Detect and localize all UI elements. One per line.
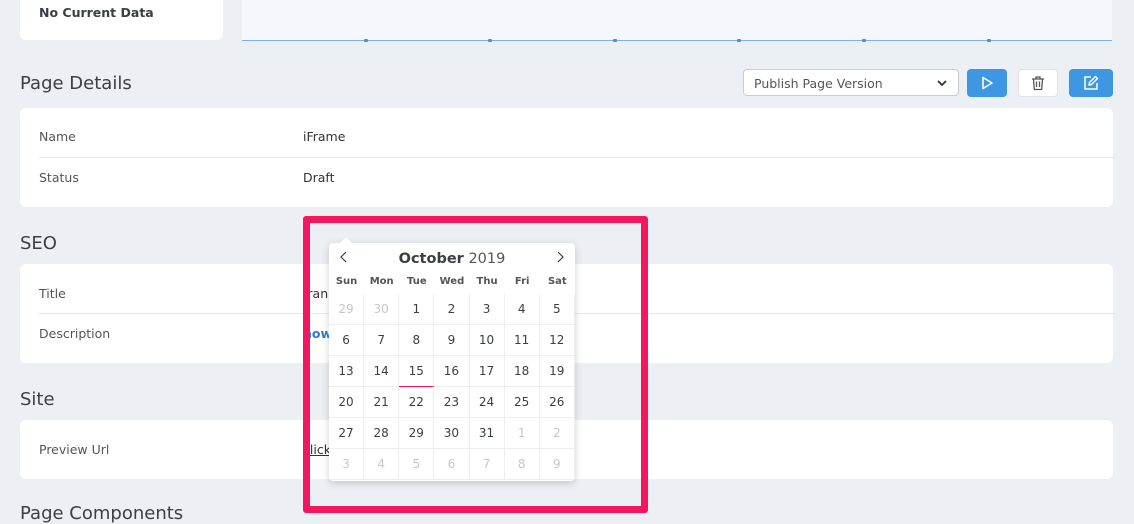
current-data-status: No Current Data [39,5,154,20]
highlight-box [303,216,648,513]
trash-icon [1032,76,1044,91]
seo-description-label: Description [39,326,111,341]
chart-point [862,39,866,42]
chevron-down-icon [937,80,947,87]
preview-url-label: Preview Url [39,442,110,457]
play-icon [982,76,993,90]
publish-version-value: Publish Page Version [754,76,883,91]
play-button[interactable] [967,69,1007,97]
name-label: Name [39,129,76,144]
status-value: Draft [303,170,335,185]
site-title: Site [20,389,55,410]
delete-button[interactable] [1018,69,1058,97]
seo-title: SEO [20,233,57,254]
chart-point [488,39,492,42]
page-details-title: Page Details [20,73,132,94]
chart-point [737,39,741,42]
publish-version-select[interactable]: Publish Page Version [743,69,959,96]
edit-icon [1084,75,1099,90]
status-label: Status [39,170,79,185]
chart-area [242,0,1112,42]
page-components-title: Page Components [20,503,184,524]
edit-button[interactable] [1069,69,1113,97]
name-value: iFrame [303,129,346,144]
seo-title-label: Title [39,286,66,301]
chart-point [613,39,617,42]
row-divider [39,157,1115,158]
chart-point [364,39,368,42]
current-data-card: No Current Data [20,0,223,40]
chart-point [987,39,991,42]
